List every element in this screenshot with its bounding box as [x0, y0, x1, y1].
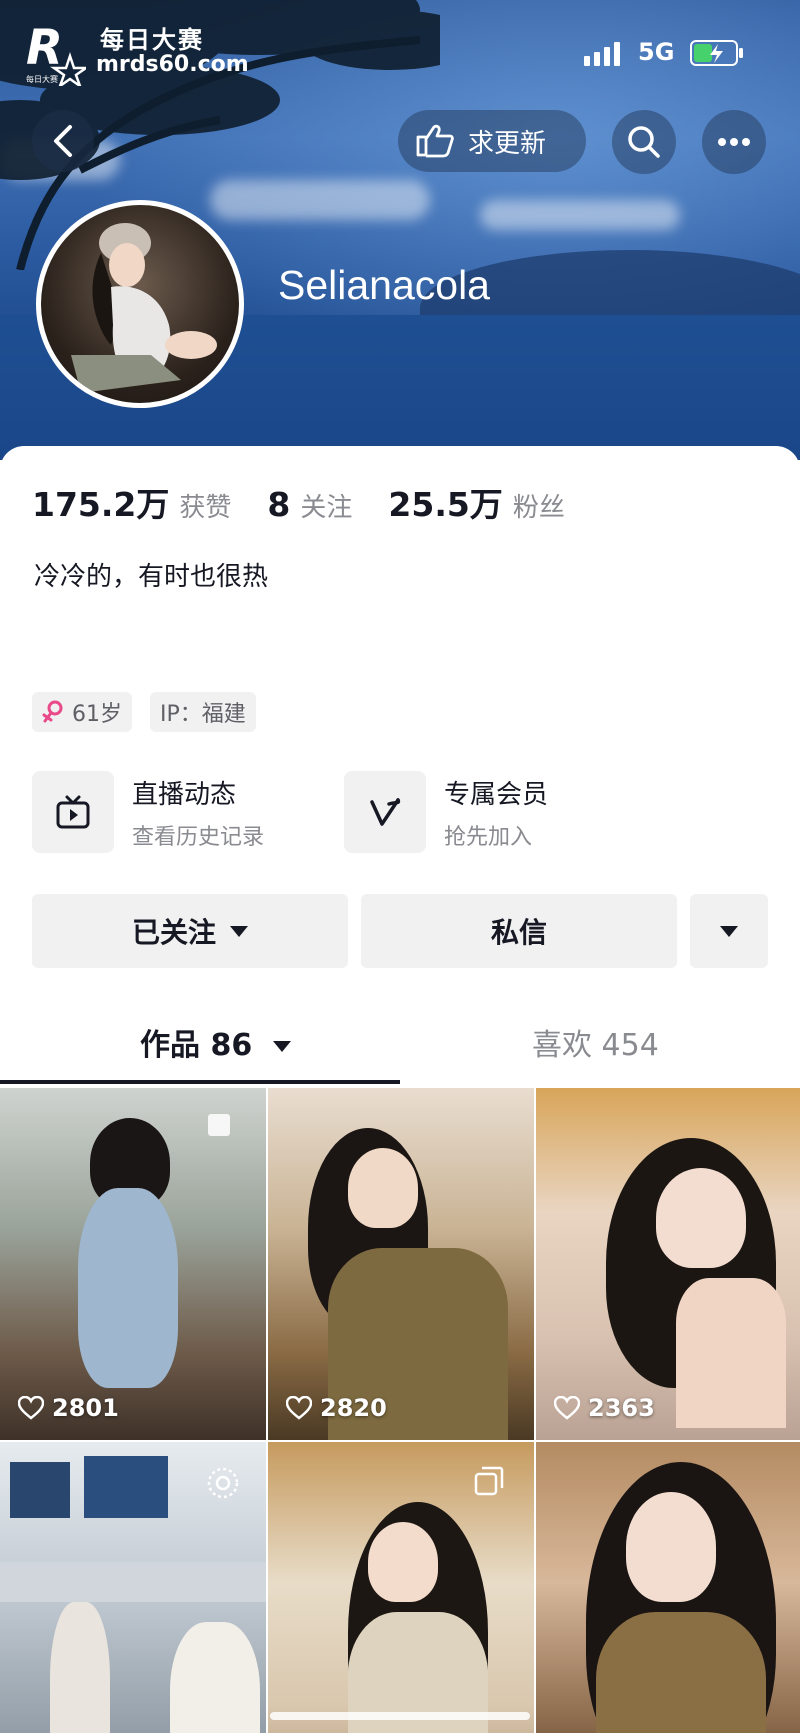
watermark-url: mrds60.com	[96, 52, 249, 77]
followed-button[interactable]: 已关注	[32, 894, 348, 968]
video-thumbnail[interactable]: 2363	[536, 1088, 800, 1440]
tv-icon	[32, 771, 114, 853]
age-text: 61岁	[72, 702, 122, 727]
live-indicator-icon	[207, 1467, 239, 1499]
followers-count[interactable]: 25.5万	[388, 478, 502, 526]
likes-count: 175.2万	[32, 485, 170, 524]
more-dots-icon	[718, 138, 750, 146]
female-gender-icon	[42, 700, 63, 723]
network-type: 5G	[638, 38, 675, 66]
tab-likes[interactable]: 喜欢 454	[532, 1020, 659, 1064]
ip-location-tag: IP：福建	[150, 692, 256, 732]
video-likes-count: 2363	[588, 1394, 655, 1422]
username: Selianacola	[278, 262, 490, 308]
home-indicator[interactable]	[270, 1712, 530, 1720]
ip-text: IP：福建	[160, 702, 246, 727]
search-icon	[628, 126, 660, 158]
tab-works-label: 作品 86	[140, 1028, 253, 1063]
avatar[interactable]	[36, 200, 244, 408]
image-post-icon	[208, 1114, 230, 1136]
followers-label[interactable]: 粉丝	[513, 487, 565, 524]
chevron-left-icon	[54, 125, 72, 157]
battery-charging-icon	[690, 40, 743, 66]
exclusive-member-subtitle: 抢先加入	[444, 824, 533, 850]
exclusive-member-title: 专属会员	[444, 779, 549, 810]
profile-stats: 175.2万 获赞 8 关注 25.5万 粉丝	[32, 478, 601, 524]
heart-outline-icon	[286, 1396, 312, 1420]
video-thumbnail[interactable]	[0, 1442, 266, 1733]
live-history-title: 直播动态	[132, 779, 237, 810]
video-likes-count: 2801	[52, 1394, 119, 1422]
bio-text: 冷冷的，有时也很热	[34, 562, 269, 592]
exclusive-member-entry[interactable]: 专属会员 抢先加入	[344, 770, 548, 854]
likes-label: 获赞	[179, 493, 232, 523]
status-bar: R 每日大赛 每日大赛 mrds60.com 5G	[0, 0, 800, 100]
request-update-button[interactable]: 求更新	[398, 110, 586, 172]
video-thumbnail[interactable]: 2820	[268, 1088, 534, 1440]
caret-down-icon	[272, 1041, 291, 1052]
video-likes: 2801	[18, 1394, 119, 1422]
live-history-subtitle: 查看历史记录	[132, 824, 265, 850]
followed-label: 已关注	[131, 916, 216, 949]
v-icon	[344, 771, 426, 853]
caret-down-icon	[720, 925, 738, 937]
request-update-label: 求更新	[468, 128, 547, 159]
heart-outline-icon	[18, 1396, 44, 1420]
signal-icon	[584, 42, 620, 66]
active-tab-indicator	[0, 1080, 400, 1084]
search-button[interactable]	[612, 110, 676, 174]
caret-down-icon	[230, 925, 248, 937]
video-thumbnail[interactable]	[536, 1442, 800, 1733]
following-label[interactable]: 关注	[300, 487, 352, 524]
recommend-toggle-button[interactable]	[690, 894, 768, 968]
video-likes: 2820	[286, 1394, 387, 1422]
message-label: 私信	[490, 916, 547, 949]
pointing-hand-icon	[416, 124, 454, 158]
watermark-logo: R 每日大赛	[26, 20, 86, 86]
age-tag: 61岁	[32, 692, 132, 732]
tab-works[interactable]: 作品 86	[140, 1020, 291, 1064]
video-thumbnail[interactable]	[268, 1442, 534, 1733]
heart-outline-icon	[554, 1396, 580, 1420]
watermark-title: 每日大赛	[100, 26, 204, 54]
image-post-icon	[474, 1466, 504, 1496]
svg-text:每日大赛: 每日大赛	[26, 74, 58, 84]
back-button[interactable]	[32, 110, 94, 172]
avatar-photo	[71, 223, 217, 393]
live-history-entry[interactable]: 直播动态 查看历史记录	[32, 770, 264, 854]
following-count[interactable]: 8	[267, 485, 290, 524]
video-thumbnail[interactable]: 2801	[0, 1088, 266, 1440]
message-button[interactable]: 私信	[361, 894, 677, 968]
video-likes: 2363	[554, 1394, 655, 1422]
more-options-button[interactable]	[702, 110, 766, 174]
video-likes-count: 2820	[320, 1394, 387, 1422]
